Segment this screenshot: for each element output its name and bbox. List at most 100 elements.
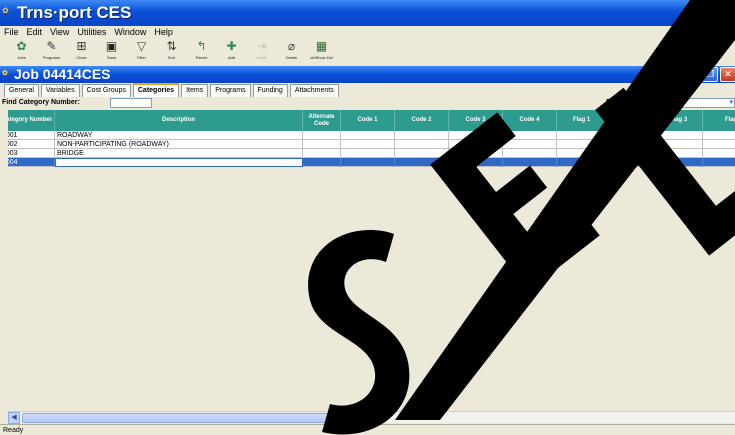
toolbar-button-programs[interactable]: ✎ Programs xyxy=(38,39,65,65)
column-header-code-1[interactable]: Code 1 xyxy=(341,110,395,131)
job-close-button[interactable]: ✕ xyxy=(720,67,735,82)
category-number-cell[interactable]: 0004 xyxy=(0,158,55,167)
column-header-code-2[interactable]: Code 2 xyxy=(395,110,449,131)
tab-items[interactable]: Items xyxy=(181,84,209,97)
chevron-down-icon[interactable]: ▾ xyxy=(729,99,733,107)
tab-funding[interactable]: Funding xyxy=(252,84,288,97)
description-cell[interactable]: ROADWAY xyxy=(55,131,303,140)
toolbar-button-label: Programs xyxy=(42,55,61,60)
table-row[interactable]: 0003 BRIDGE xyxy=(0,149,735,158)
grid-cell[interactable] xyxy=(341,131,395,140)
job-minimize-button[interactable]: _ xyxy=(684,67,700,82)
grid-cell[interactable] xyxy=(607,158,655,167)
menu-window[interactable]: Window xyxy=(110,26,150,39)
grid-cell[interactable] xyxy=(303,149,341,158)
grid-cell[interactable] xyxy=(303,140,341,149)
filter-select[interactable]: <Show All> ▾ xyxy=(630,98,735,108)
find-category-input[interactable] xyxy=(110,98,152,108)
grid-cell[interactable] xyxy=(703,149,735,158)
menu-utilities[interactable]: Utilities xyxy=(73,26,110,39)
grid-cell[interactable] xyxy=(655,140,703,149)
grid-cell[interactable] xyxy=(395,158,449,167)
menu-view[interactable]: View xyxy=(46,26,73,39)
grid-cell[interactable] xyxy=(503,131,557,140)
column-header-flag-2[interactable]: Flag 2 xyxy=(607,110,655,131)
category-number-cell[interactable]: 0001 xyxy=(0,131,55,140)
job-maximize-button[interactable]: ❐ xyxy=(702,67,718,82)
grid-cell[interactable] xyxy=(303,158,341,167)
toolbar-button-label: Save xyxy=(106,55,117,60)
grid-cell[interactable] xyxy=(503,149,557,158)
toolbar-button-delete[interactable]: ⌀ Delete xyxy=(278,39,305,65)
column-header-flag[interactable]: Flag xyxy=(703,110,735,131)
description-cell[interactable] xyxy=(55,158,303,167)
toolbar-button-parent[interactable]: ↰ Parent xyxy=(188,39,215,65)
grid-cell[interactable] xyxy=(449,140,503,149)
grid-cell[interactable] xyxy=(449,131,503,140)
column-header-flag-1[interactable]: Flag 1 xyxy=(557,110,607,131)
toolbar-button-save[interactable]: ▣ Save xyxy=(98,39,125,65)
grid-cell[interactable] xyxy=(557,149,607,158)
toolbar-button-delshow-del[interactable]: ▦ delShow Del xyxy=(308,39,335,65)
grid-cell[interactable] xyxy=(449,149,503,158)
grid-cell[interactable] xyxy=(703,140,735,149)
grid-cell[interactable] xyxy=(503,140,557,149)
grid-cell[interactable] xyxy=(341,140,395,149)
grid-cell[interactable] xyxy=(449,158,503,167)
job-window-logo-icon: ✿ xyxy=(2,70,8,77)
grid-cell[interactable] xyxy=(341,158,395,167)
grid-cell[interactable] xyxy=(655,158,703,167)
category-number-cell[interactable]: 0002 xyxy=(0,140,55,149)
column-header-category-number[interactable]: Category Number xyxy=(0,110,55,131)
grid-cell[interactable] xyxy=(395,140,449,149)
description-cell[interactable]: BRIDGE xyxy=(55,149,303,158)
scroll-left-icon[interactable]: ◀ xyxy=(8,412,20,424)
toolbar-button-add[interactable]: ✚ Add xyxy=(218,39,245,65)
maximize-button[interactable]: ❐ xyxy=(709,3,727,21)
grid-cell[interactable] xyxy=(395,149,449,158)
grid-cell[interactable] xyxy=(557,131,607,140)
menu-file[interactable]: File xyxy=(0,26,23,39)
tab-cost-groups[interactable]: Cost Groups xyxy=(81,84,131,97)
tab-attachments[interactable]: Attachments xyxy=(289,84,339,97)
category-number-cell[interactable]: 0003 xyxy=(0,149,55,158)
menu-help[interactable]: Help xyxy=(150,26,177,39)
column-header-alternate-code[interactable]: Alternate Code xyxy=(303,110,341,131)
grid-cell[interactable] xyxy=(607,149,655,158)
menu-edit[interactable]: Edit xyxy=(23,26,47,39)
description-cell[interactable]: NON-PARTICIPATING (ROADWAY) xyxy=(55,140,303,149)
tab-general[interactable]: General xyxy=(4,84,39,97)
grid-cell[interactable] xyxy=(557,140,607,149)
table-row[interactable]: 0004 xyxy=(0,158,735,167)
tab-categories[interactable]: Categories xyxy=(132,83,180,97)
column-header-flag-3[interactable]: Flag 3 xyxy=(655,110,703,131)
grid-cell[interactable] xyxy=(703,158,735,167)
scrollbar-thumb[interactable] xyxy=(22,413,342,423)
grid-cell[interactable] xyxy=(703,131,735,140)
save-icon: ▣ xyxy=(105,39,118,53)
toolbar-button-jobs[interactable]: ✿ Jobs xyxy=(8,39,35,65)
column-header-code-3[interactable]: Code 3 xyxy=(449,110,503,131)
table-row[interactable]: 0002 NON-PARTICIPATING (ROADWAY) xyxy=(0,140,735,149)
toolbar-button-close[interactable]: ⊞ Close xyxy=(68,39,95,65)
filter-icon: ▽ xyxy=(136,39,147,53)
minimize-button[interactable]: _ xyxy=(689,3,707,21)
tab-variables[interactable]: Variables xyxy=(40,84,80,97)
grid-cell[interactable] xyxy=(655,131,703,140)
toolbar-button-filter[interactable]: ▽ Filter xyxy=(128,39,155,65)
grid-cell[interactable] xyxy=(503,158,557,167)
column-header-description[interactable]: Description xyxy=(55,110,303,131)
grid-cell[interactable] xyxy=(341,149,395,158)
grid-cell[interactable] xyxy=(395,131,449,140)
grid-cell[interactable] xyxy=(607,131,655,140)
grid-cell[interactable] xyxy=(303,131,341,140)
grid-cell[interactable] xyxy=(557,158,607,167)
horizontal-scrollbar[interactable]: ◀ xyxy=(8,411,735,424)
close-button[interactable]: ✕ xyxy=(729,3,735,21)
tab-programs[interactable]: Programs xyxy=(210,84,251,97)
column-header-code-4[interactable]: Code 4 xyxy=(503,110,557,131)
toolbar-button-sort[interactable]: ⇅ Sort xyxy=(158,39,185,65)
table-row[interactable]: 0001 ROADWAY xyxy=(0,131,735,140)
grid-cell[interactable] xyxy=(655,149,703,158)
grid-cell[interactable] xyxy=(607,140,655,149)
